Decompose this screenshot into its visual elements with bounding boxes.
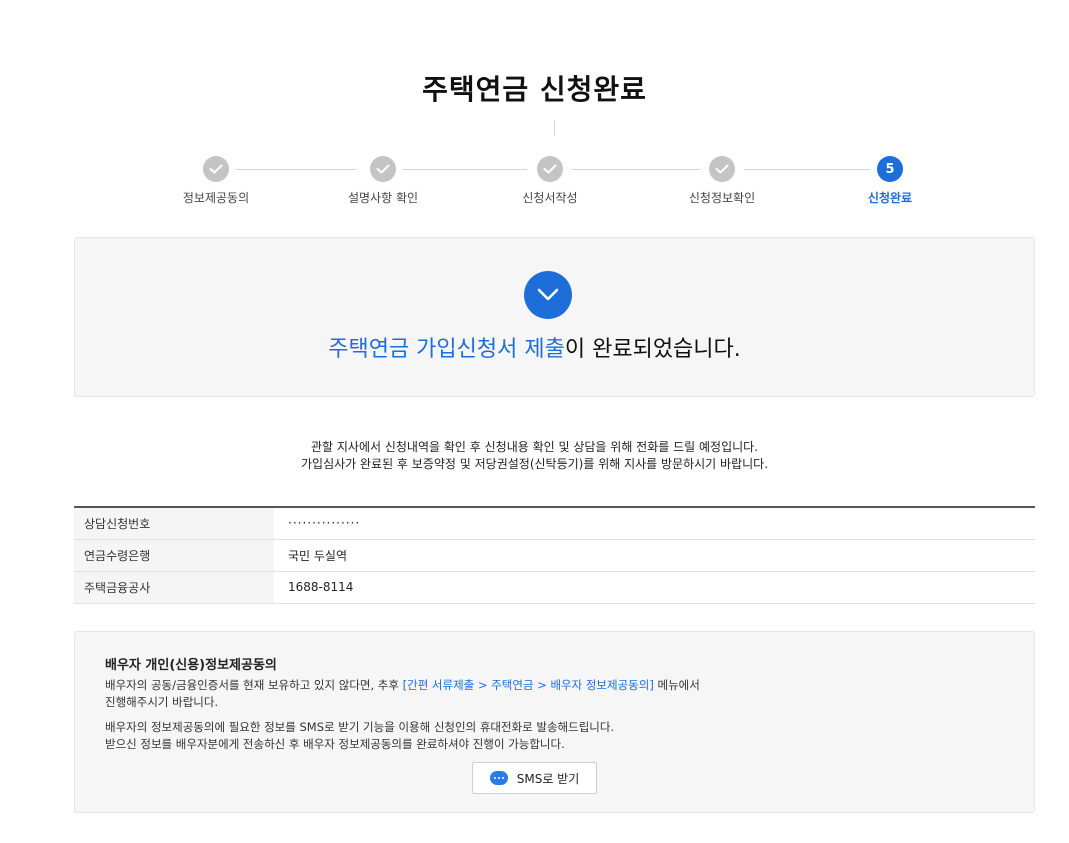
- paragraph-line: 받으신 정보를 배우자분에게 전송하신 후 배우자 정보제공동의를 완료하셔야 …: [105, 737, 565, 751]
- step-label: 신청완료: [867, 191, 913, 205]
- application-info-table: 상담신청번호 ··············· 연금수령은행 국민 두실역 주택금…: [74, 506, 1035, 604]
- table-row: 주택금융공사 1688-8114: [74, 571, 1035, 604]
- paragraph-line: 진행해주시기 바랍니다.: [105, 695, 219, 709]
- table-row: 연금수령은행 국민 두실역: [74, 539, 1035, 572]
- step-5: 5 신청완료: [820, 156, 960, 206]
- step-label: 신청서작성: [522, 191, 578, 205]
- consultation-number-value: ···············: [274, 507, 1035, 540]
- step-label: 설명사항 확인: [347, 191, 419, 205]
- notice-line: 관할 지사에서 신청내역을 확인 후 신청내용 확인 및 상담을 위해 전화를 …: [310, 440, 759, 454]
- row-header: 상담신청번호: [74, 507, 274, 540]
- step-number: 5: [877, 156, 903, 182]
- paragraph-line: 배우자의 공동/금융인증서를 현재 보유하고 있지 않다면, 추후 [간편 서류…: [105, 677, 700, 694]
- check-circle-icon: [524, 271, 572, 319]
- bank-value: 국민 두실역: [274, 539, 1035, 572]
- sms-receive-button[interactable]: SMS로 받기: [472, 762, 597, 794]
- page-title: 주택연금 신청완료: [422, 73, 647, 106]
- spouse-consent-paragraph-1: 배우자의 공동/금융인증서를 현재 보유하고 있지 않다면, 추후 [간편 서류…: [105, 677, 700, 711]
- check-icon: [203, 156, 229, 182]
- spouse-consent-title: 배우자 개인(신용)정보제공동의: [105, 658, 277, 673]
- check-icon: [370, 156, 396, 182]
- check-icon: [537, 156, 563, 182]
- chat-bubble-icon: [489, 771, 508, 785]
- row-header: 주택금융공사: [74, 571, 274, 604]
- phone-value: 1688-8114: [274, 571, 1035, 604]
- text-span: 메뉴에서: [653, 678, 700, 692]
- completion-suffix: 이 완료되었습니다.: [564, 337, 741, 362]
- notice-text: 관할 지사에서 신청내역을 확인 후 신청내용 확인 및 상담을 위해 전화를 …: [0, 439, 1069, 473]
- menu-path-link[interactable]: [간편 서류제출 > 주택연금 > 배우자 정보제공동의]: [403, 678, 654, 692]
- step-2: 설명사항 확인: [313, 156, 453, 206]
- row-header: 연금수령은행: [74, 539, 274, 572]
- sms-button-label: SMS로 받기: [516, 771, 580, 786]
- step-1: 정보제공동의: [146, 156, 286, 206]
- spouse-consent-paragraph-2: 배우자의 정보제공동의에 필요한 정보를 SMS로 받기 기능을 이용해 신청인…: [105, 719, 614, 753]
- step-label: 정보제공동의: [182, 191, 250, 205]
- text-span: 배우자의 공동/금융인증서를 현재 보유하고 있지 않다면, 추후: [105, 678, 403, 692]
- step-3: 신청서작성: [480, 156, 620, 206]
- paragraph-line: 배우자의 정보제공동의에 필요한 정보를 SMS로 받기 기능을 이용해 신청인…: [105, 720, 615, 734]
- progress-stepper: 정보제공동의 설명사항 확인 신청서작성 신청정보확인 5 신청완료: [0, 156, 1069, 206]
- completion-highlight: 주택연금 가입신청서 제출: [328, 337, 565, 362]
- notice-line: 가입심사가 완료된 후 보증약정 및 저당권설정(신탁등기)를 위해 지사를 방…: [300, 457, 769, 471]
- step-label: 신청정보확인: [688, 191, 756, 205]
- step-4: 신청정보확인: [652, 156, 792, 206]
- completion-message: 주택연금 가입신청서 제출이 완료되었습니다.: [0, 331, 1069, 363]
- table-row: 상담신청번호 ···············: [74, 507, 1035, 540]
- check-icon: [709, 156, 735, 182]
- title-divider: [554, 120, 555, 136]
